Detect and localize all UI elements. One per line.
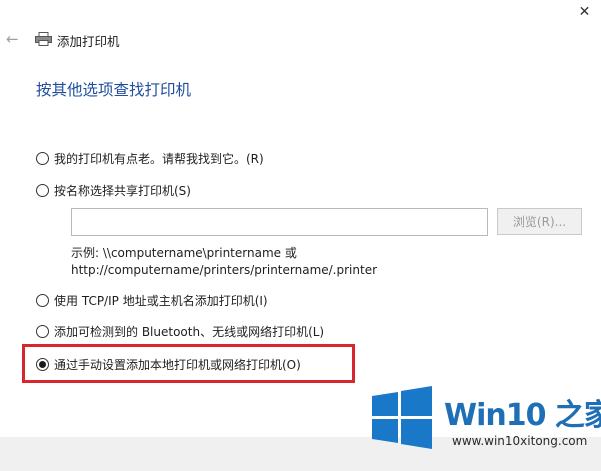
option-label: 使用 TCP/IP 地址或主机名添加打印机(I) xyxy=(54,293,268,308)
browse-button[interactable]: 浏览(R)... xyxy=(497,208,582,235)
radio-shared-printer[interactable] xyxy=(36,183,49,197)
option-old-printer[interactable]: 我的打印机有点老。请帮我找到它。(R) xyxy=(36,149,264,167)
watermark-url: www.win10xitong.com xyxy=(452,434,588,448)
radio-tcpip-printer[interactable] xyxy=(36,293,49,307)
page-heading: 按其他选项查找打印机 xyxy=(36,81,192,99)
close-button[interactable]: ✕ xyxy=(568,0,601,24)
windows-logo-icon xyxy=(372,386,432,449)
highlight-annotation xyxy=(22,344,355,383)
watermark: Win10 之家 www.win10xitong.com xyxy=(366,378,601,468)
option-tcpip-printer[interactable]: 使用 TCP/IP 地址或主机名添加打印机(I) xyxy=(36,291,268,309)
option-label: 我的打印机有点老。请帮我找到它。(R) xyxy=(54,151,264,166)
window-title: 添加打印机 xyxy=(57,34,120,49)
example-line-1: 示例: \\computername\printername 或 xyxy=(71,246,297,260)
example-text: 示例: \\computername\printername 或 http://… xyxy=(71,245,377,279)
option-bluetooth-printer[interactable]: 添加可检测到的 Bluetooth、无线或网络打印机(L) xyxy=(36,322,324,340)
radio-bluetooth-printer[interactable] xyxy=(36,324,49,338)
shared-printer-name-input[interactable] xyxy=(71,208,488,236)
option-shared-printer[interactable]: 按名称选择共享打印机(S) xyxy=(36,181,191,199)
watermark-brand: Win10 之家 xyxy=(444,398,601,433)
printer-icon xyxy=(35,32,52,46)
option-label: 添加可检测到的 Bluetooth、无线或网络打印机(L) xyxy=(54,324,325,339)
window-header: ← 添加打印机 xyxy=(0,28,300,52)
option-label: 按名称选择共享打印机(S) xyxy=(54,183,191,198)
example-line-2: http://computername/printers/printername… xyxy=(71,263,378,277)
radio-old-printer[interactable] xyxy=(36,151,49,165)
back-arrow-icon[interactable]: ← xyxy=(6,30,22,48)
